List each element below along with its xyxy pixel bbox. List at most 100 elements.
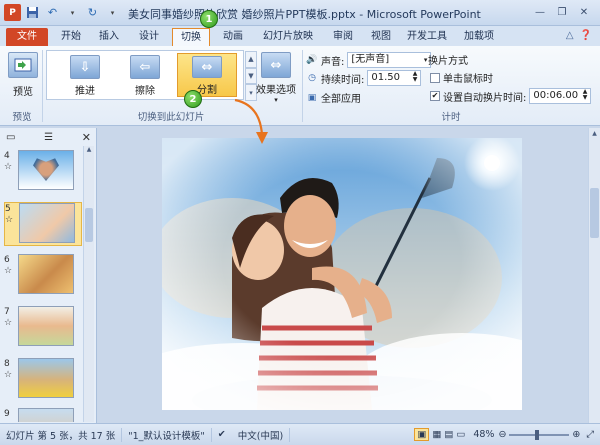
after-time-input[interactable]: 00:06.00 ▲ ▼	[529, 88, 592, 104]
sound-icon: 🔊	[306, 55, 318, 65]
transition-split[interactable]: ⇔ 分割	[177, 53, 237, 97]
tab-developer[interactable]: 开发工具	[404, 28, 450, 46]
tab-home[interactable]: 开始	[54, 28, 88, 46]
slide-number: 9	[4, 409, 10, 419]
step-marker-2: 2	[184, 90, 202, 108]
wipe-icon: ⇦	[130, 55, 160, 79]
slide-number: 6 ☆	[4, 255, 13, 276]
language[interactable]: 中文(中国)	[232, 427, 291, 442]
step-marker-1: 1	[200, 10, 218, 28]
save-icon[interactable]	[24, 4, 41, 21]
scrollbar-thumb[interactable]	[590, 188, 599, 238]
duration-label: 持续时间:	[321, 74, 365, 86]
slide-thumbnail[interactable]: 6 ☆	[4, 254, 82, 298]
tab-slideshow[interactable]: 幻灯片放映	[256, 28, 320, 46]
sound-row: 🔊 声音: [无声音] ▾	[306, 52, 432, 68]
slide-thumbnail[interactable]: 7 ☆	[4, 306, 82, 350]
slide-thumbnail[interactable]: 5 ☆	[4, 202, 82, 246]
redo-icon[interactable]: ↻	[84, 4, 101, 21]
title-bar: P ↶ ▾ ↻ ▾ 美女同事婚纱照片欣赏 婚纱照片PPT模板.pptx - Mi…	[0, 0, 600, 26]
tab-animations[interactable]: 动画	[216, 28, 250, 46]
spellcheck-icon[interactable]: ✔	[212, 429, 232, 440]
tab-design[interactable]: 设计	[132, 28, 166, 46]
zoom-level[interactable]: 48%	[469, 429, 498, 440]
preview-label: 预览	[13, 87, 33, 98]
slide-thumbnail[interactable]: 4 ☆	[4, 150, 82, 194]
apply-all-label: 全部应用	[321, 94, 361, 105]
close-icon[interactable]: ✕	[574, 4, 594, 20]
restore-icon[interactable]: ❐	[552, 4, 572, 20]
help-icon[interactable]: ❓	[580, 30, 592, 41]
tab-insert[interactable]: 插入	[92, 28, 126, 46]
sound-label: 声音:	[321, 56, 345, 68]
preview-button[interactable]: 预览	[8, 52, 38, 98]
effect-options-icon: ⇔	[261, 52, 291, 78]
zoom-slider[interactable]	[509, 429, 570, 440]
dropdown-arrow-icon[interactable]: ▾	[64, 4, 81, 21]
slideshow-view-icon[interactable]: ▭	[456, 429, 465, 440]
apply-all-button[interactable]: ▣ 全部应用	[306, 90, 361, 106]
on-click-checkbox[interactable]	[430, 72, 440, 83]
duration-input[interactable]: 01.50 ▲ ▼	[367, 70, 422, 86]
slide-thumbnail[interactable]: 9	[4, 408, 82, 422]
slide-preview	[18, 408, 74, 422]
status-bar: 幻灯片 第 5 张，共 17 张 "1_默认设计模板" ✔ 中文(中国) ▣ ▦…	[0, 423, 600, 445]
editor-scrollbar[interactable]: ▲	[588, 128, 600, 423]
ribbon: 预览 预览 ⇩ 推进 ⇦ 擦除 ⇔ 分割 ▲ ▼ ▾ ⇔ 效果选项 ▾ 切换到此…	[0, 46, 600, 126]
transition-wipe[interactable]: ⇦ 擦除	[115, 53, 175, 97]
after-row: ✔ 设置自动换片时间: 00:06.00 ▲ ▼	[430, 88, 592, 104]
on-click-label: 单击鼠标时	[443, 74, 493, 85]
slides-pane: ▭ ☰ ✕ 4 ☆ 5 ☆ 6 ☆ 7 ☆ 8 ☆ 9 ▲	[0, 128, 97, 423]
scrollbar-thumb[interactable]	[85, 208, 93, 242]
dropdown-arrow-icon: ▾	[423, 56, 428, 64]
tab-view[interactable]: 视图	[364, 28, 398, 46]
slide-preview	[18, 254, 74, 294]
duration-value: 01.50	[371, 72, 401, 83]
zoom-in-icon[interactable]: ⊕	[572, 429, 580, 440]
slide-number: 5 ☆	[5, 204, 14, 225]
after-time-value: 00:06.00	[533, 90, 579, 101]
customize-qat-icon[interactable]: ▾	[104, 4, 121, 21]
preview-group-label: 预览	[12, 112, 32, 123]
undo-icon[interactable]: ↶	[44, 4, 61, 21]
sound-value: [无声音]	[351, 54, 390, 65]
tab-addins[interactable]: 加载项	[456, 28, 502, 46]
minimize-icon[interactable]: —	[530, 4, 550, 20]
tab-file[interactable]: 文件	[6, 28, 48, 46]
transition-gallery: ⇩ 推进 ⇦ 擦除 ⇔ 分割 ▲ ▼ ▾	[46, 50, 257, 102]
slide-preview	[19, 203, 75, 243]
on-click-row[interactable]: 单击鼠标时	[430, 70, 493, 85]
view-buttons: ▣ ▦ ▤ ▭	[414, 428, 469, 441]
after-checkbox[interactable]: ✔	[430, 91, 440, 101]
slides-scrollbar[interactable]: ▲	[83, 146, 94, 422]
slide-photo	[162, 138, 522, 410]
transition-label: 推进	[75, 86, 95, 97]
reading-view-icon[interactable]: ▤	[444, 429, 453, 440]
theme-name[interactable]: "1_默认设计模板"	[122, 427, 212, 442]
transition-push[interactable]: ⇩ 推进	[55, 53, 115, 97]
clock-icon: ◷	[308, 73, 316, 83]
scroll-up-icon[interactable]: ▲	[84, 146, 94, 153]
tab-transitions[interactable]: 切换	[172, 28, 210, 46]
slide-preview	[18, 358, 74, 398]
zoom-out-icon[interactable]: ⊖	[498, 429, 506, 440]
sorter-view-icon[interactable]: ▦	[432, 429, 441, 440]
slide-number: 4 ☆	[4, 151, 13, 172]
close-pane-icon[interactable]: ✕	[82, 131, 91, 144]
powerpoint-app-icon[interactable]: P	[4, 4, 21, 21]
outline-tab-icon[interactable]: ☰	[44, 132, 53, 143]
normal-view-icon[interactable]: ▣	[414, 428, 430, 441]
scroll-up-icon[interactable]: ▲	[589, 130, 600, 137]
ribbon-tabs: 文件 开始 插入 设计 切换 动画 幻灯片放映 审阅 视图 开发工具 加载项 △…	[0, 26, 600, 46]
fit-window-icon[interactable]: ⤢	[580, 429, 600, 440]
preview-icon	[8, 52, 38, 78]
current-slide[interactable]	[162, 138, 522, 410]
transition-label: 擦除	[135, 86, 155, 97]
slide-preview	[18, 150, 74, 190]
slide-thumbnail[interactable]: 8 ☆	[4, 358, 82, 402]
annotation-arrow-icon	[234, 98, 268, 144]
minimize-ribbon-icon[interactable]: △	[566, 30, 574, 41]
tab-review[interactable]: 审阅	[326, 28, 360, 46]
sound-select[interactable]: [无声音] ▾	[347, 52, 432, 68]
slides-tab-icon[interactable]: ▭	[6, 132, 15, 143]
